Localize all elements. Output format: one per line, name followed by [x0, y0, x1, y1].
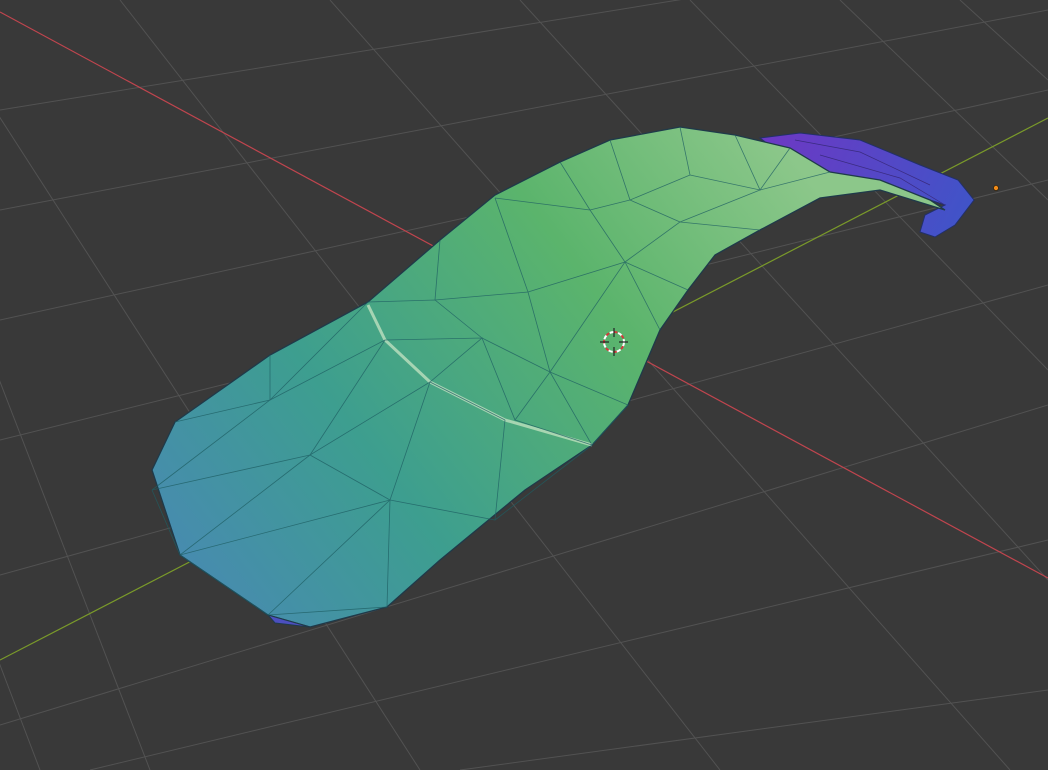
mesh-object[interactable] [151, 126, 946, 628]
object-origin-marker[interactable] [993, 185, 999, 191]
3d-viewport[interactable] [0, 0, 1048, 770]
viewport-canvas[interactable] [0, 0, 1048, 770]
